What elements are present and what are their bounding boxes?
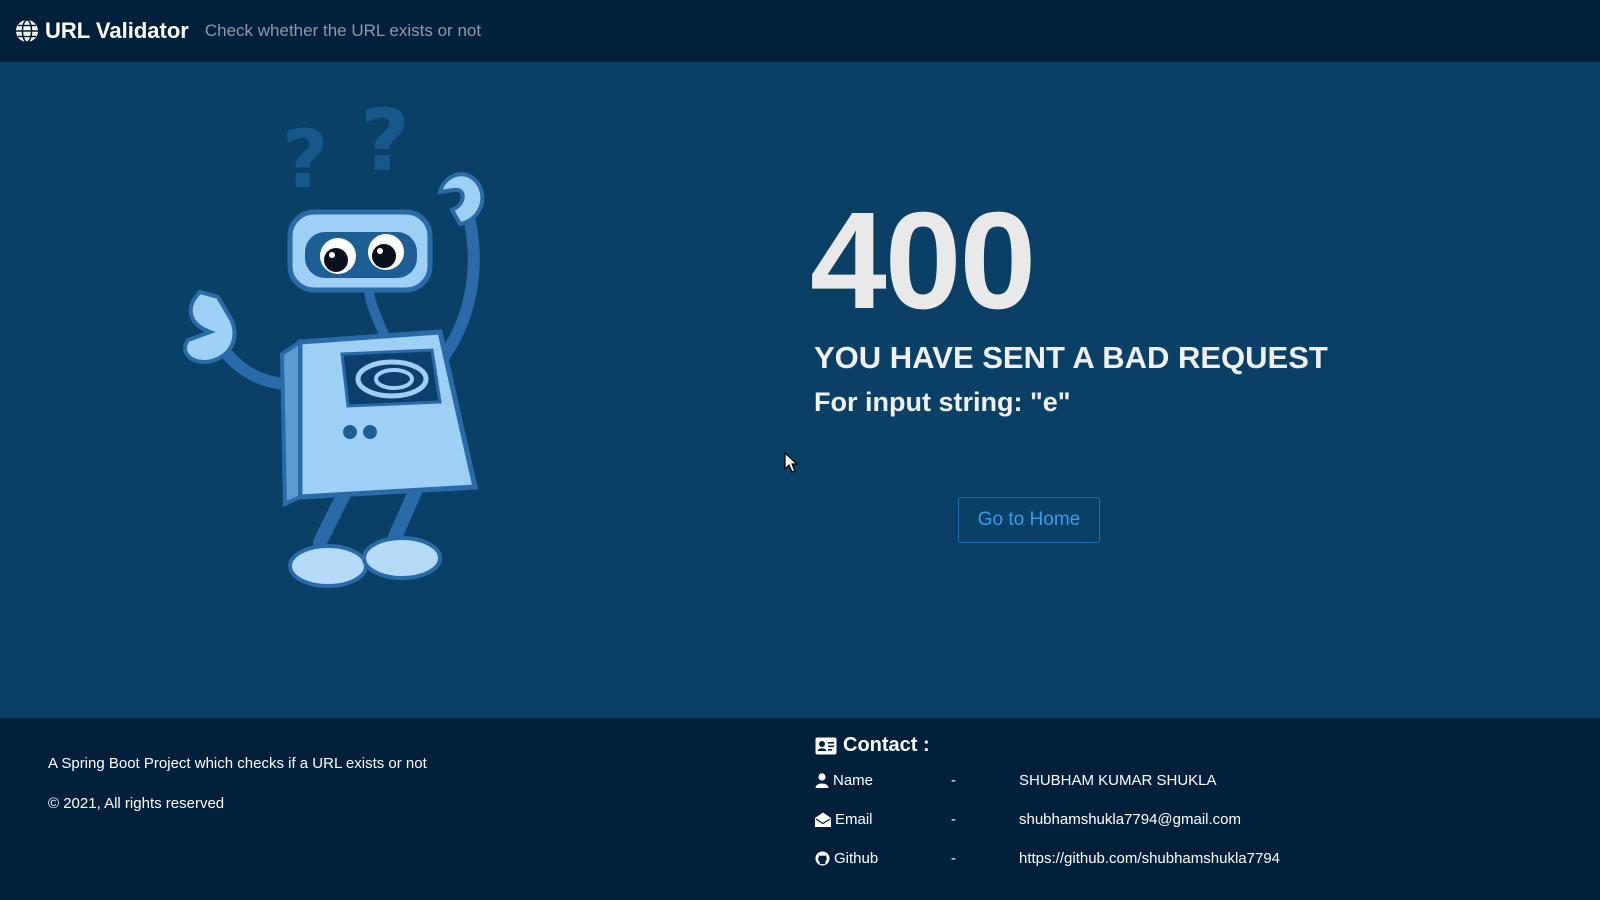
github-icon [815,850,830,866]
contact-value-email[interactable]: shubhamshukla7794@gmail.com [1019,811,1241,828]
id-card-icon [815,737,837,754]
error-title: YOU HAVE SENT A BAD REQUEST [814,340,1328,375]
navbar-tagline: Check whether the URL exists or not [204,21,482,40]
navbar: URL Validator Check whether the URL exis… [0,0,1600,62]
error-block: 400 YOU HAVE SENT A BAD REQUEST For inpu… [810,192,1414,418]
brand-link[interactable]: URL Validator [15,18,189,44]
contact-heading: Contact : [815,734,930,757]
footer: A Spring Boot Project which checks if a … [0,718,1600,900]
project-description: A Spring Boot Project which checks if a … [48,755,427,772]
contact-row-name: Name - SHUBHAM KUMAR SHUKLA [815,770,1515,790]
contact-row-email: Email - shubhamshukla7794@gmail.com [815,809,1515,829]
contact-heading-label: Contact : [843,734,930,756]
contact-separator: - [951,810,956,828]
contact-row-github: Github - https://github.com/shubhamshukl… [815,848,1515,868]
globe-icon [16,19,38,43]
user-icon [815,772,829,788]
svg-text:?: ? [282,113,328,206]
go-to-home-button[interactable]: Go to Home [958,497,1100,543]
error-code: 400 [810,184,1036,338]
confused-robot-illustration: ? ? [183,92,485,588]
brand-name: URL Validator [45,18,189,43]
envelope-icon [815,812,831,827]
error-detail: For input string: "e" [814,387,1071,417]
contact-label-name: Name [833,771,874,789]
contact-value-github[interactable]: https://github.com/shubhamshukla7794 [1019,850,1280,867]
contact-separator: - [951,771,956,789]
footer-info: A Spring Boot Project which checks if a … [48,754,427,814]
svg-text:?: ? [360,92,410,191]
contact-value-name: SHUBHAM KUMAR SHUKLA [1019,771,1217,789]
contact-separator: - [951,849,956,867]
contact-label-email: Email [835,810,873,828]
contact-label-github: Github [834,849,879,867]
main-content: ? ? 400 YOU HAVE SENT A BAD REQUEST For … [0,62,1600,718]
mouse-pointer-icon [784,452,798,473]
copyright-text: © 2021, All rights reserved [48,795,225,812]
